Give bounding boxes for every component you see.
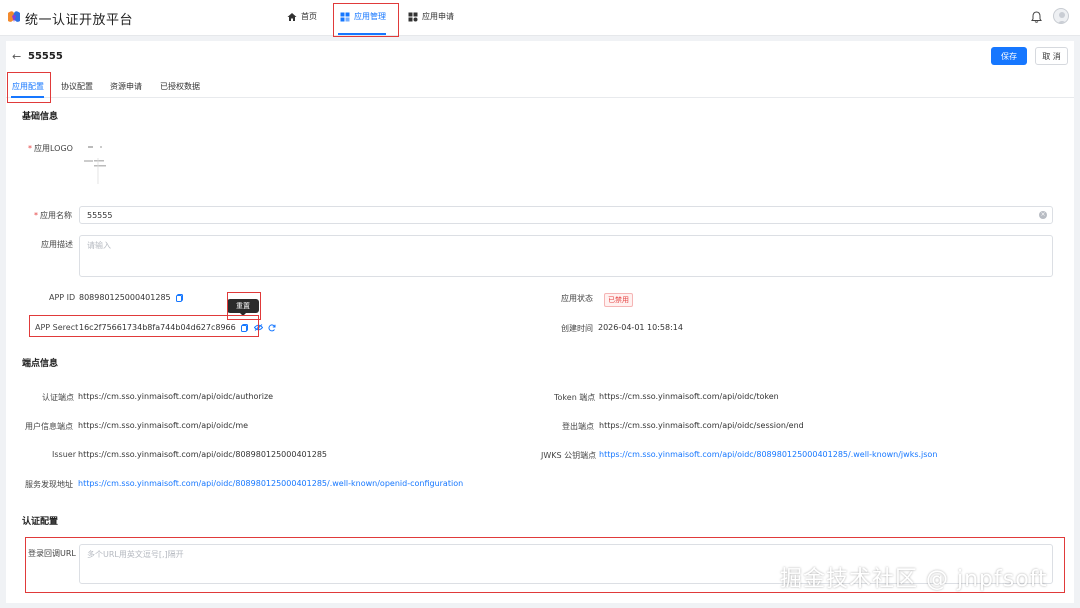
app-id-value: 808980125000401285 [79,293,184,302]
discovery-label: 服务发现地址 [25,480,73,489]
section-endpoint-info: 端点信息 [22,359,59,369]
logout-endpoint-value: https://cm.sso.yinmaisoft.com/api/oidc/s… [599,421,804,430]
app-id-label: APP ID [49,293,76,302]
app-desc-placeholder: 请输入 [87,241,111,250]
watermark-text: 掘金技术社区 @ jnpfsoft [780,567,1048,592]
status-badge: 已禁用 [604,293,633,307]
back-arrow-icon[interactable]: ← [12,50,21,63]
auth-endpoint-value: https://cm.sso.yinmaisoft.com/api/oidc/a… [78,392,274,401]
token-endpoint-label: Token 端点 [554,393,596,402]
logo-placeholder-icon [84,146,106,184]
user-avatar[interactable] [1053,8,1069,24]
jwks-endpoint-link[interactable]: https://cm.sso.yinmaisoft.com/api/oidc/8… [599,450,937,459]
logout-endpoint-label: 登出端点 [562,422,594,431]
auth-endpoint-label: 认证端点 [42,393,74,402]
brand-title: 统一认证开放平台 [25,13,134,28]
tab-authorized-data[interactable]: 已授权数据 [160,81,200,92]
issuer-label: Issuer [52,450,76,459]
tab-bar: 应用配置 协议配置 资源申请 已授权数据 [6,71,1074,98]
nav-app-apply-label: 应用申请 [422,12,454,21]
cancel-button[interactable]: 取 消 [1035,47,1068,65]
created-time-label: 创建时间 [561,324,593,333]
user-icon [1057,12,1067,23]
bell-icon[interactable] [1031,11,1042,23]
app-name-value: 55555 [87,211,113,220]
nav-home-label: 首页 [301,12,317,21]
issuer-value: https://cm.sso.yinmaisoft.com/api/oidc/8… [78,450,327,459]
apply-icon [408,12,418,21]
app-name-input[interactable]: 55555 × [79,206,1053,224]
nav-app-apply[interactable]: 应用申请 [408,11,454,22]
app-name-label: * 应用名称 [34,211,72,220]
home-icon [287,12,297,21]
created-time-value: 2026-04-01 10:58:14 [598,323,683,332]
secret-highlight-box [29,315,259,337]
discovery-link[interactable]: https://cm.sso.yinmaisoft.com/api/oidc/8… [78,479,463,488]
app-desc-textarea[interactable]: 请输入 [79,235,1053,277]
userinfo-endpoint-value: https://cm.sso.yinmaisoft.com/api/oidc/m… [78,421,249,430]
tab-highlight-box [7,72,51,103]
logo-icon [8,11,20,22]
section-auth-config: 认证配置 [22,517,59,527]
app-desc-label: 应用描述 [41,240,73,249]
section-basic-info: 基础信息 [22,112,59,122]
tab-resource-apply[interactable]: 资源申请 [110,81,142,92]
app-title: 55555 [28,51,63,62]
app-config-card: ← 55555 保存 取 消 应用配置 协议配置 资源申请 已授权数据 基础信息… [6,41,1074,603]
copy-icon[interactable] [176,293,184,302]
refresh-icon[interactable] [268,323,276,332]
nav-highlight-box [333,3,399,37]
tab-protocol-config[interactable]: 协议配置 [61,81,93,92]
jwks-endpoint-label: JWKS 公钥端点 [541,451,597,460]
save-button[interactable]: 保存 [991,47,1027,65]
top-header: 统一认证开放平台 首页 应用管理 应用申请 [0,0,1080,37]
clear-icon[interactable]: × [1039,211,1047,219]
userinfo-endpoint-label: 用户信息端点 [25,422,73,431]
logo-label: * 应用LOGO [28,144,73,153]
token-endpoint-value: https://cm.sso.yinmaisoft.com/api/oidc/t… [599,392,779,401]
logo-upload-preview[interactable] [84,144,140,186]
nav-home[interactable]: 首页 [287,11,317,22]
app-status-label: 应用状态 [561,294,593,303]
